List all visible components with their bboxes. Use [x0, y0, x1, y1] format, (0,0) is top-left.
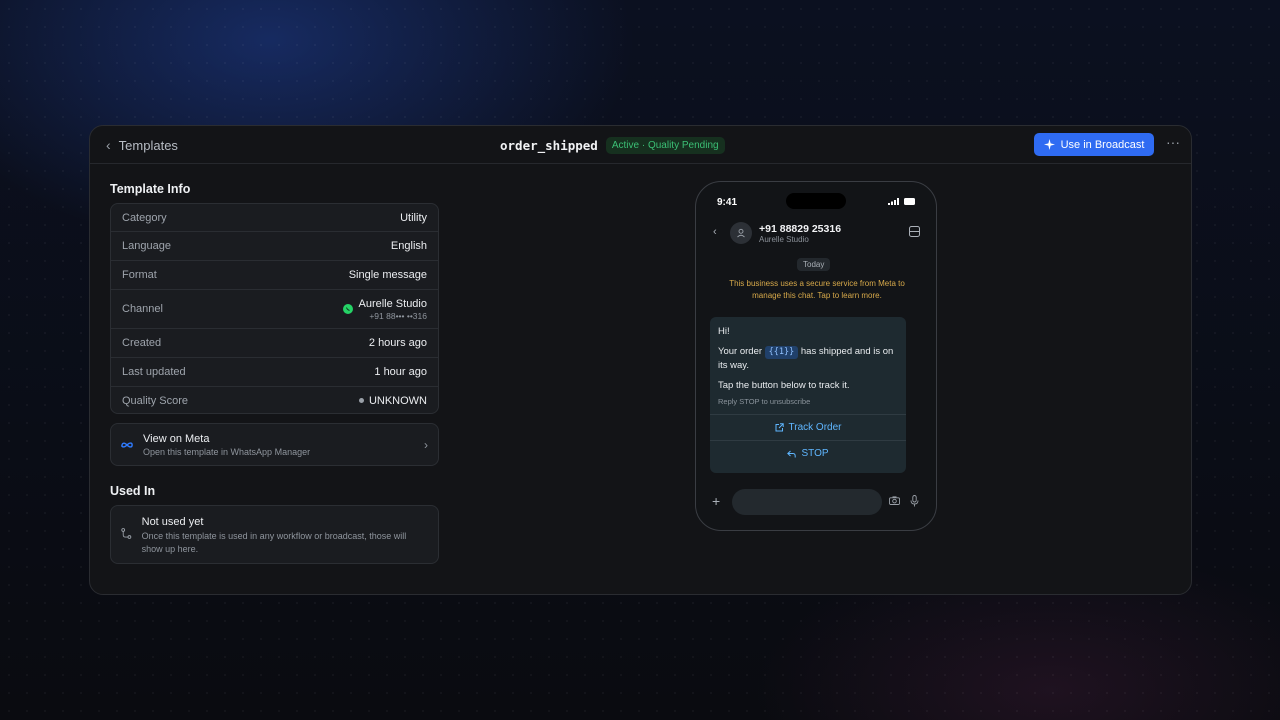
- contact-card-icon[interactable]: [909, 226, 920, 237]
- status-bar-icons: [888, 198, 916, 205]
- view-on-meta-title: View on Meta: [143, 432, 210, 445]
- channel-name: Aurelle Studio: [358, 297, 428, 310]
- contact-name: Aurelle Studio: [759, 235, 809, 244]
- info-row-format: Format Single message: [111, 261, 438, 290]
- page-title-group: order_shipped Active · Quality Pending: [500, 126, 725, 164]
- chevron-right-icon: ›: [424, 437, 428, 452]
- message-line-2: Tap the button below to track it.: [718, 380, 850, 391]
- used-in-title: Used In: [110, 484, 156, 498]
- info-value: Utility: [400, 211, 427, 224]
- template-info-title: Template Info: [110, 182, 191, 196]
- more-options-icon[interactable]: ···: [1164, 135, 1182, 153]
- channel-number: +91 88••• ••316: [369, 310, 427, 321]
- contact-number: +91 88829 25316: [759, 223, 842, 235]
- security-notice[interactable]: This business uses a secure service from…: [718, 278, 916, 301]
- back-to-templates-link[interactable]: ‹ Templates: [106, 126, 178, 164]
- empty-state-title: Not used yet: [141, 516, 204, 528]
- variable-chip: {{1}}: [764, 346, 799, 359]
- status-dot-icon: [358, 398, 364, 404]
- info-key: Format: [122, 269, 157, 281]
- info-row-last-updated: Last updated 1 hour ago: [111, 358, 438, 387]
- message-bubble: Hi! Your order {{1}} has shipped and is …: [710, 317, 906, 473]
- info-key: Category: [122, 211, 167, 224]
- whatsapp-icon: [342, 304, 353, 314]
- meta-logo-icon: [121, 441, 133, 448]
- info-key: Last updated: [122, 366, 186, 378]
- use-in-broadcast-label: Use in Broadcast: [1060, 138, 1145, 151]
- external-link-icon: [775, 423, 784, 432]
- status-bar-time: 9:41: [717, 197, 738, 208]
- info-key: Created: [122, 337, 162, 349]
- info-row-channel: Channel Aurelle Studio +91 88••• ••316: [111, 290, 438, 329]
- use-in-broadcast-button[interactable]: Use in Broadcast: [1034, 133, 1154, 156]
- plus-icon[interactable]: +: [712, 493, 720, 509]
- top-bar: ‹ Templates order_shipped Active · Quali…: [90, 126, 1191, 164]
- dynamic-island: [786, 193, 846, 209]
- signal-icon: [888, 198, 899, 205]
- info-key: Quality Score: [122, 394, 189, 407]
- quality-value: UNKNOWN: [358, 394, 427, 407]
- sparkle-icon: [1043, 139, 1055, 150]
- reply-icon: [787, 450, 797, 457]
- quality-label: UNKNOWN: [368, 394, 427, 407]
- info-value: Single message: [348, 269, 427, 281]
- stop-button[interactable]: STOP: [710, 440, 906, 466]
- template-detail-window: ‹ Templates order_shipped Active · Quali…: [89, 125, 1192, 595]
- info-value: 1 hour ago: [374, 366, 427, 378]
- message-footer: Reply STOP to unsubscribe: [718, 397, 811, 406]
- track-order-label: Track Order: [788, 422, 842, 433]
- message-body: Hi! Your order {{1}} has shipped and is …: [710, 317, 906, 393]
- used-in-empty-state: Not used yet Once this template is used …: [110, 505, 439, 564]
- status-badge: Active · Quality Pending: [605, 136, 725, 154]
- chat-back-icon[interactable]: ‹: [713, 226, 717, 238]
- user-icon: [737, 228, 745, 238]
- page-title: order_shipped: [500, 137, 598, 153]
- info-key: Channel: [122, 303, 163, 315]
- info-value: 2 hours ago: [368, 337, 427, 349]
- channel-value: Aurelle Studio +91 88••• ••316: [342, 297, 428, 321]
- battery-icon: [904, 198, 915, 205]
- message-line-1: Your order {{1}} has shipped and is on i…: [718, 345, 898, 373]
- message-composer: +: [696, 488, 936, 516]
- message-greeting: Hi!: [718, 326, 730, 337]
- avatar: [730, 222, 752, 244]
- stop-label: STOP: [801, 448, 829, 459]
- date-chip: Today: [797, 258, 831, 271]
- message-input[interactable]: [732, 489, 882, 515]
- workflow-icon: [121, 528, 132, 539]
- microphone-icon[interactable]: [910, 495, 919, 507]
- message-text: Your order: [718, 346, 763, 357]
- template-info-card: Category Utility Language English Format…: [110, 203, 439, 414]
- chat-header: ‹ +91 88829 25316 Aurelle Studio: [696, 220, 936, 248]
- chevron-left-icon: ‹: [106, 137, 111, 153]
- empty-state-description: Once this template is used in any workfl…: [141, 531, 407, 554]
- camera-icon[interactable]: [889, 496, 900, 505]
- track-order-button[interactable]: Track Order: [710, 414, 906, 440]
- view-on-meta-link[interactable]: View on Meta Open this template in Whats…: [110, 423, 439, 466]
- phone-preview: 9:41 ‹ +91 88829 25316 Aurelle Studio To…: [695, 181, 937, 531]
- back-label: Templates: [118, 137, 178, 153]
- view-on-meta-subtitle: Open this template in WhatsApp Manager: [143, 446, 311, 457]
- info-row-quality-score: Quality Score UNKNOWN: [111, 387, 438, 413]
- info-row-created: Created 2 hours ago: [111, 329, 438, 358]
- info-key: Language: [122, 240, 171, 252]
- info-row-language: Language English: [111, 232, 438, 261]
- info-value: English: [390, 240, 427, 252]
- info-row-category: Category Utility: [111, 204, 438, 232]
